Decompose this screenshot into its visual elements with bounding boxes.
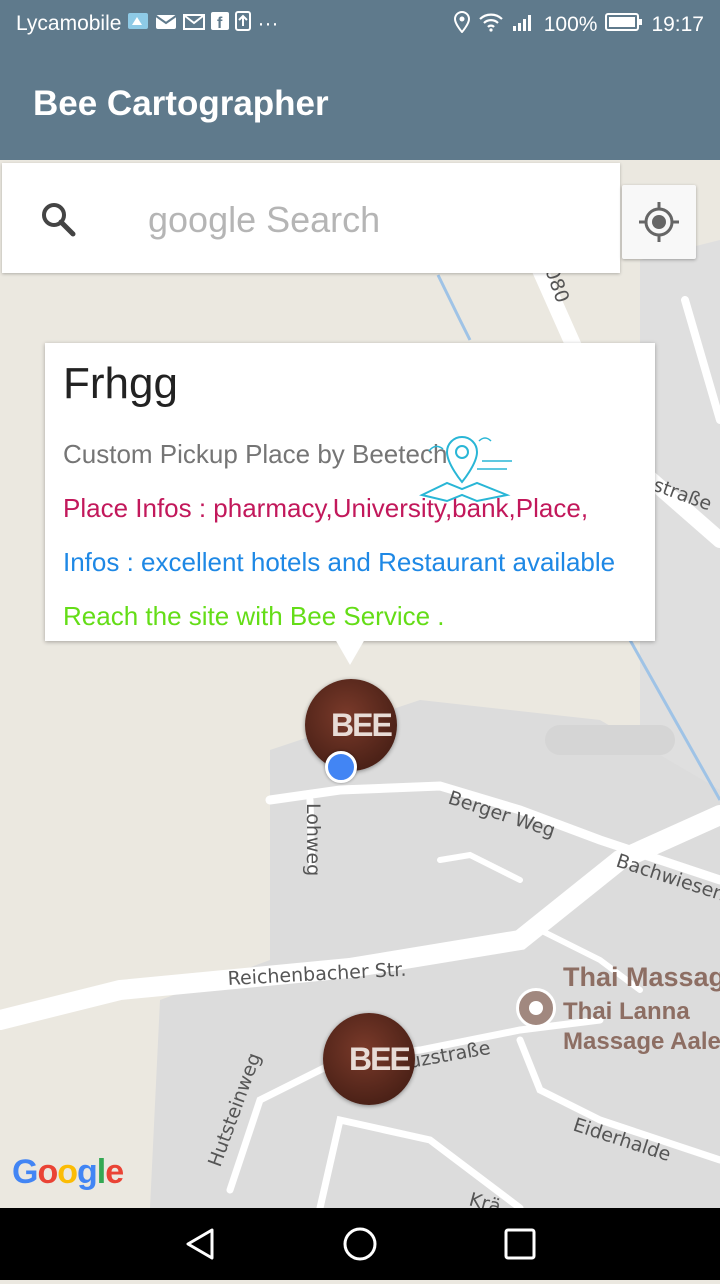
clock: 19:17 [651, 13, 704, 36]
my-location-button[interactable] [622, 185, 696, 259]
street-label-lohweg: Lohweg [302, 803, 324, 876]
wifi-icon [478, 12, 504, 38]
app-bar: Bee Cartographer [0, 50, 720, 160]
info-window-pointer [335, 639, 365, 665]
upload-icon [235, 11, 252, 37]
battery-percent: 100% [543, 13, 598, 36]
sim-icon [127, 11, 149, 37]
search-input[interactable] [146, 191, 590, 249]
signal-icon [512, 12, 536, 38]
info-reach: Reach the site with Bee Service . [63, 601, 445, 631]
carrier-label: Lycamobile [16, 12, 122, 35]
info-custom-pickup: Custom Pickup Place by Beetech [63, 439, 448, 469]
app-title: Bee Cartographer [33, 84, 329, 123]
info-title: Frhgg [63, 359, 178, 408]
info-infos: Infos : excellent hotels and Restaurant … [63, 547, 616, 577]
home-circle-icon [343, 1227, 377, 1261]
more-notifications-icon: ··· [257, 12, 279, 35]
poi-name-line3: Massage Aalen [563, 1028, 720, 1055]
bee-marker-label: BEE [331, 707, 393, 743]
bee-marker[interactable]: BEE [323, 1013, 415, 1105]
poi-massage-icon[interactable] [516, 988, 556, 1028]
poi-name-line2: Thai Lanna [563, 998, 690, 1025]
google-logo: Google [12, 1153, 124, 1191]
bee-marker-label: BEE [349, 1041, 411, 1077]
search-icon[interactable] [40, 201, 76, 241]
poi-name-line1: Thai Massag [563, 962, 720, 992]
home-button[interactable] [320, 1208, 400, 1280]
svg-text:f: f [217, 15, 223, 30]
gmail-icon [183, 12, 206, 36]
back-triangle-icon [186, 1228, 214, 1260]
recents-button[interactable] [480, 1208, 560, 1280]
location-status-icon [453, 10, 470, 39]
map-pin-logo-icon [417, 431, 517, 516]
battery-icon [605, 12, 643, 38]
poi-label[interactable]: Thai Massag Thai Lanna Massage Aalen [563, 962, 720, 1057]
mail-icon [155, 12, 178, 36]
crosshair-icon [639, 202, 679, 242]
facebook-icon: f [211, 12, 230, 36]
my-location-dot [325, 751, 357, 783]
search-bar [2, 163, 620, 273]
navigation-bar [0, 1208, 720, 1280]
info-window[interactable]: Frhgg Custom Pickup Place by Beetech Pla… [45, 343, 655, 665]
status-bar: Lycamobile f ··· 100% 19:17 [0, 0, 720, 50]
recents-square-icon [504, 1228, 536, 1260]
back-button[interactable] [160, 1208, 240, 1280]
